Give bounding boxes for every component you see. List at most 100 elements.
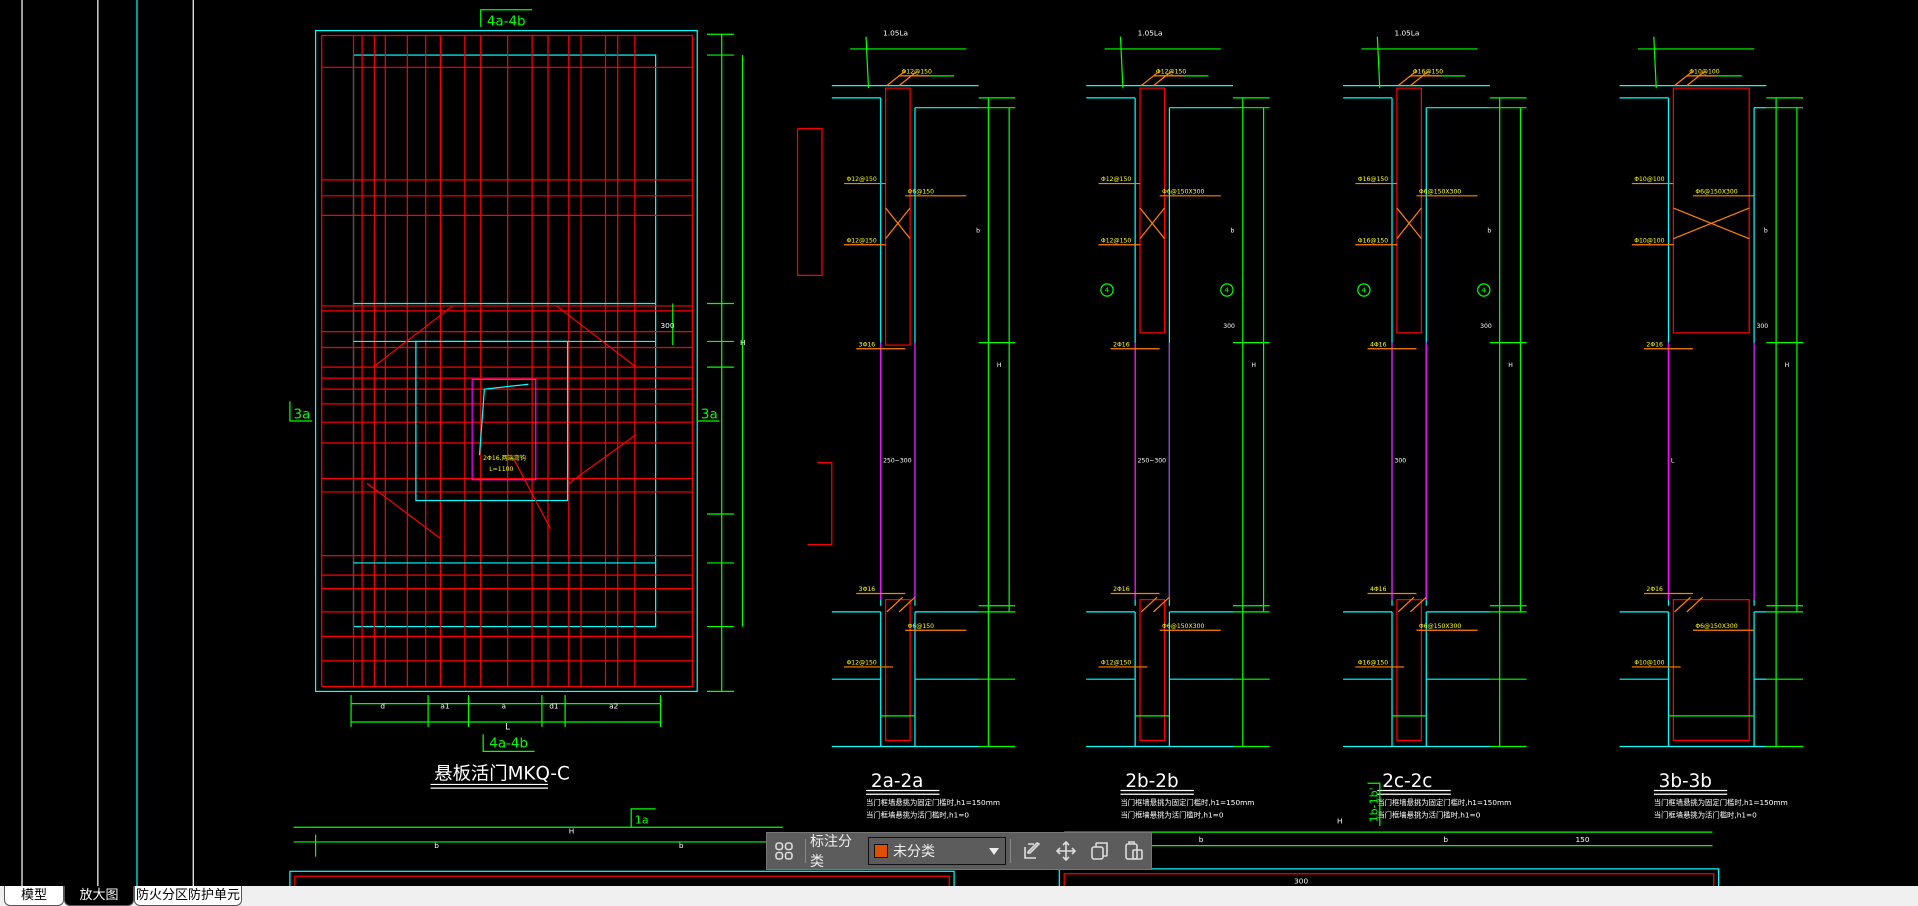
section-top-dim: 1.05La [1394, 28, 1419, 37]
category-dropdown[interactable]: 未分类 [867, 837, 1006, 865]
section-width-label: 250~300 [883, 458, 912, 465]
section-dim-300: 300 [1223, 323, 1235, 330]
section-mark-top: 4a-4b [487, 15, 526, 30]
section-dim-line [1376, 36, 1381, 89]
viewport-frame-lines [21, 0, 194, 886]
move-icon[interactable] [1054, 838, 1078, 864]
section-dim-b: b [1487, 228, 1491, 235]
section-views: Φ12@150 Φ12@150 Φ12@150 Φ6@150 3Φ16 3Φ16 Φ12@1… [796, 28, 1804, 819]
plan-view [314, 29, 744, 727]
section-rebar-note: Φ12@150 [846, 175, 876, 183]
grid-icon[interactable] [772, 838, 796, 864]
section-rebar-note: Φ10@100 [1634, 658, 1664, 666]
section-dim-H: H [1508, 362, 1513, 369]
tab-enlarged-view[interactable]: 放大图 [64, 886, 134, 906]
plan-diagonal-rebar [568, 433, 637, 484]
section-dim-H: H [1785, 362, 1790, 369]
section-rebar-note: 2Φ16 [1113, 341, 1130, 348]
section-rebar-note: 4Φ16 [1370, 341, 1387, 348]
section-rebar-note: Φ16@150 [1358, 236, 1388, 244]
section-dim-line [1119, 36, 1124, 89]
category-color-swatch [873, 844, 888, 858]
edit-icon[interactable] [1020, 838, 1044, 864]
copy-icon[interactable] [1088, 838, 1112, 864]
section-rebar-note: Φ10@100 [1634, 175, 1664, 183]
section-rebar-cage [1396, 87, 1422, 334]
bottom-dim-b3: b [1199, 835, 1204, 844]
section-dim-line [1653, 36, 1657, 89]
dim-total-L: L [505, 722, 510, 732]
section-rebar-note: Φ12@150 [1101, 175, 1131, 183]
section-note-2: 当门框墙悬挑为活门槛时,h1=0 [1120, 810, 1223, 819]
section-rebar-note: Φ6@150X300 [1162, 187, 1204, 195]
bottom-dim-b4: b [1443, 835, 1448, 844]
section-dim-H: H [997, 362, 1002, 369]
chevron-down-icon [988, 848, 999, 855]
detail-rebar [807, 461, 833, 546]
section-title: 2b-2b [1125, 771, 1178, 792]
section-note-2: 当门框墙悬挑为活门槛时,h1=0 [1654, 810, 1757, 819]
section-dim-H: H [1251, 362, 1256, 369]
side-mark-right: 3a [701, 408, 718, 423]
section-dim-b: b [976, 228, 980, 235]
bottom-dim-150: 150 [1576, 835, 1590, 844]
section-rebar-note: Φ12@150 [846, 658, 876, 666]
dim-d: d [380, 702, 385, 711]
category-value: 未分类 [892, 844, 935, 860]
section-dim-b: b [1231, 228, 1235, 235]
tab-model[interactable]: 模型 [4, 886, 64, 906]
layout-tab-bar: 模型 放大图 防火分区防护单元 [0, 886, 1918, 906]
section-rebar-note: Φ12@150 [846, 236, 876, 244]
section-rebar-cage [884, 599, 911, 741]
section-rebar-note: Φ16@150 [1358, 175, 1388, 183]
section-rebar-note: 2Φ16 [1113, 586, 1130, 593]
side-mark-1a: 1a [635, 814, 649, 827]
section-rebar-cage [884, 87, 911, 346]
hinge-note: 2Φ16,两端弯钩 [483, 454, 526, 462]
section-rebar-cage [1672, 87, 1750, 334]
section-rebar-cage [1139, 599, 1166, 741]
section-rebar-note: Φ16@150 [1358, 658, 1388, 666]
section-bubble-text: 4 [1481, 285, 1486, 294]
section-note-1: 当门框墙悬挑为固定门槛时,h1=150mm [1377, 798, 1511, 807]
section-rebar-note: Φ12@150 [1101, 658, 1131, 666]
section-title: 3b-3b [1659, 771, 1712, 792]
section-2b-2b: Φ12@150 Φ12@150 Φ12@150 Φ6@150X300 2Φ16 2Φ16 Φ… [1086, 28, 1270, 819]
plan-outer-wall [314, 29, 698, 693]
section-note-1: 当门框墙悬挑为固定门槛时,h1=150mm [866, 798, 1000, 807]
section-rebar-note: 3Φ16 [859, 341, 876, 348]
section-dim-line [865, 36, 870, 89]
section-rebar-note: 4Φ16 [1370, 586, 1387, 593]
section-rebar-note: Φ6@150X300 [1419, 622, 1461, 630]
section-rebar-note: Φ6@150X300 [1695, 622, 1737, 630]
section-bubble-text: 4 [1361, 285, 1366, 294]
section-rebar-note: Φ6@150X300 [1419, 187, 1461, 195]
section-note-1: 当门框墙悬挑为固定门槛时,h1=150mm [1120, 798, 1254, 807]
section-rebar-note: 3Φ16 [859, 586, 876, 593]
bottom-dim-H: H [569, 826, 575, 835]
hinge-note-2: L=1100 [489, 466, 513, 473]
toolbar-divider [805, 839, 807, 863]
section-width-label: 300 [1394, 458, 1406, 465]
dim-right-H: H [740, 338, 746, 347]
section-bubble-text: 4 [1224, 285, 1229, 294]
section-rebar-cage [1139, 87, 1166, 334]
section-rebar-cage [1672, 599, 1750, 741]
section-width-label: L [1671, 458, 1675, 465]
section-mark-bottom: 4a-4b [489, 737, 528, 752]
section-top-dim: 1.05La [1138, 28, 1163, 37]
dim-300: 300 [661, 321, 675, 330]
bottom-dim-b1: b [434, 841, 439, 850]
side-mark-1b: 1b-1b' [1367, 787, 1380, 822]
cad-drawing-canvas[interactable]: 4a-4b 4a-4b 3a 3a 悬板活门MKQ-C L H 300 2Φ16… [0, 0, 1918, 886]
section-rebar-note: Φ10@100 [1634, 236, 1664, 244]
plan-labels: 4a-4b 4a-4b 3a 3a 悬板活门MKQ-C L H 300 2Φ16… [289, 9, 746, 789]
category-label: 标注分类 [810, 834, 853, 870]
paste-icon[interactable] [1122, 838, 1146, 864]
tab-fire-zone-protection-unit[interactable]: 防火分区防护单元 [134, 886, 242, 906]
section-dim-300: 300 [1480, 323, 1492, 330]
dim-a2: a2 [609, 702, 618, 711]
section-note-2: 当门框墙悬挑为活门槛时,h1=0 [1377, 810, 1480, 819]
section-3b-3b: Φ10@100 Φ10@100 Φ10@100 Φ6@150X300 2Φ16 2Φ16 Φ… [1619, 36, 1804, 819]
section-rebar-note: Φ6@150 [908, 622, 935, 630]
